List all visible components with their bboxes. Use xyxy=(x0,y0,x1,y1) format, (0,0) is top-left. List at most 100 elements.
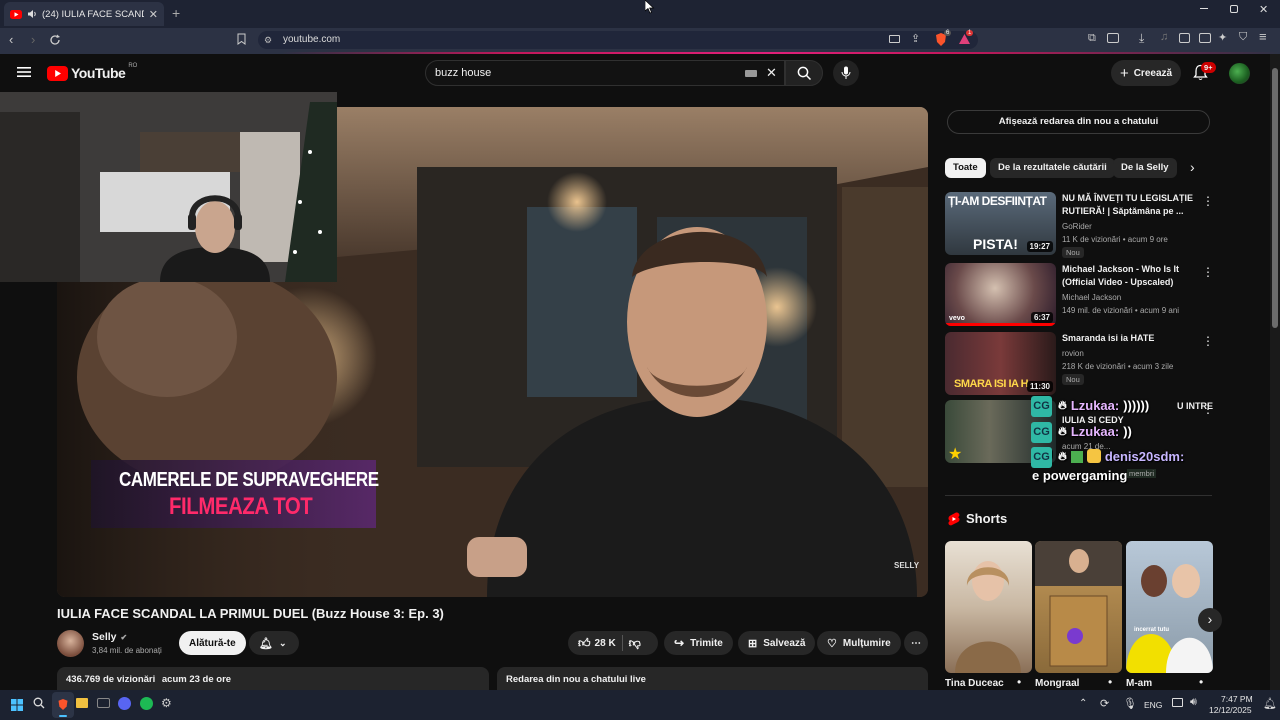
settings-gear-icon[interactable]: ⚙ xyxy=(161,696,172,710)
short-title[interactable]: M-am xyxy=(1126,678,1152,689)
rec-channel: Michael Jackson xyxy=(1062,293,1122,302)
create-button[interactable]: + Creează xyxy=(1111,60,1181,86)
keyboard-icon[interactable] xyxy=(745,70,757,77)
clock-date[interactable]: 12/12/2025 xyxy=(1209,705,1252,715)
short-item[interactable]: incerrat tutu xyxy=(1126,541,1213,673)
chip-all[interactable]: Toate xyxy=(945,158,986,178)
rec-title: Michael Jackson - Who Is It (Official Vi… xyxy=(1062,264,1180,287)
spotify-icon[interactable] xyxy=(140,697,153,710)
extensions-icon[interactable]: ⧉ xyxy=(1088,32,1096,45)
windows-start-icon[interactable] xyxy=(11,699,23,711)
clock-time[interactable]: 7:47 PM xyxy=(1221,694,1253,704)
taskbar-search-icon[interactable] xyxy=(33,697,45,709)
clear-search-icon[interactable]: ✕ xyxy=(766,61,777,85)
window-close-icon[interactable]: ✕ xyxy=(1259,3,1268,16)
recommendation-item[interactable]: ȚI-AM DESFIINȚAT PISTA! 19:27 NU MĂ ÎNVE… xyxy=(945,192,1215,258)
avatar[interactable] xyxy=(1229,63,1250,84)
volume-icon[interactable]: 🔊︎ xyxy=(1190,696,1197,709)
hamburger-menu-icon[interactable] xyxy=(17,66,31,78)
search-value: buzz house xyxy=(435,67,492,79)
description-box[interactable]: 436.769 de vizionări acum 23 de ore xyxy=(57,667,489,691)
more-actions-button[interactable]: ⋯ xyxy=(904,631,928,655)
live-chat-replay-box[interactable]: Redarea din nou a chatului live xyxy=(497,667,928,691)
input-language[interactable]: ENG xyxy=(1144,700,1162,710)
rec-title: Smaranda isi ia HATE xyxy=(1062,333,1155,343)
speaker-icon[interactable] xyxy=(27,9,37,19)
tray-mic-icon[interactable]: 🎙︎ xyxy=(1123,697,1137,710)
downloads-icon[interactable]: ⤓ xyxy=(1139,31,1144,46)
voice-search-button[interactable] xyxy=(833,60,859,86)
thanks-icon: ♡ xyxy=(827,637,837,650)
taskbar-brave-button[interactable] xyxy=(52,692,74,718)
wallet-icon[interactable] xyxy=(1107,33,1119,43)
chip-from-channel[interactable]: De la Selly xyxy=(1113,158,1177,178)
share-icon[interactable]: ⇪ xyxy=(911,32,920,45)
tray-sync-icon[interactable]: ⟳ xyxy=(1100,697,1109,710)
search-button[interactable] xyxy=(785,60,823,86)
file-explorer-icon[interactable] xyxy=(76,698,88,708)
notification-count-badge: 9+ xyxy=(1201,62,1216,73)
bookmark-icon[interactable] xyxy=(237,33,246,45)
dislike-button[interactable]: 👎︎ xyxy=(629,636,641,651)
windows-taskbar: ⚙ ⌃ ⟳ 🎙︎ ENG 🔊︎ 7:47 PM 12/12/2025 🔔︎ xyxy=(0,690,1280,720)
subscribed-bell-button[interactable]: 🔔︎ ⌄ xyxy=(249,631,299,655)
wallet2-icon[interactable] xyxy=(1199,33,1211,43)
youtube-logo[interactable]: YouTube RO xyxy=(47,63,137,81)
search-input[interactable]: buzz house ✕ xyxy=(425,60,785,86)
brave-browser-icon xyxy=(58,699,68,710)
forward-icon[interactable]: › xyxy=(31,32,35,47)
page-scrollbar[interactable] xyxy=(1270,54,1280,690)
site-info-icon[interactable]: ⚙ xyxy=(264,31,272,49)
join-label: Alătură-te xyxy=(189,637,236,649)
short-title[interactable]: Mongraal xyxy=(1035,678,1079,689)
share-button[interactable]: ↪ Trimite xyxy=(664,631,733,655)
short-item[interactable] xyxy=(1035,541,1122,673)
url-text: youtube.com xyxy=(283,34,341,45)
short-dots-icon[interactable]: • xyxy=(1199,675,1203,689)
short-item[interactable] xyxy=(945,541,1032,673)
scrollbar-thumb[interactable] xyxy=(1272,68,1278,328)
tray-overflow-icon[interactable]: ⌃ xyxy=(1079,698,1087,709)
channel-avatar[interactable] xyxy=(57,630,84,657)
menu-icon[interactable]: ≡ xyxy=(1259,29,1267,44)
short-caption: incerrat tutu xyxy=(1134,627,1170,633)
url-field[interactable]: ⚙ youtube.com xyxy=(258,31,978,49)
back-icon[interactable]: ‹ xyxy=(9,32,13,47)
rec-menu-icon[interactable]: ⋮ xyxy=(1202,334,1214,348)
chip-from-search[interactable]: De la rezultatele căutării xyxy=(990,158,1115,178)
like-button[interactable]: 👍︎ 28 K xyxy=(578,636,616,651)
short-dots-icon[interactable]: • xyxy=(1108,675,1112,689)
channel-name-row[interactable]: Selly ✔ xyxy=(92,631,127,643)
sidebar-icon[interactable] xyxy=(1179,33,1190,43)
recommendation-item[interactable]: SMARA ISI IA H 11:30 Smaranda isi ia HAT… xyxy=(945,332,1215,396)
rec-thumbnail: SMARA ISI IA H 11:30 xyxy=(945,332,1056,395)
minimize-icon[interactable] xyxy=(1200,8,1208,9)
short-title[interactable]: Tina Duceac xyxy=(945,678,1004,689)
network-icon[interactable] xyxy=(1172,698,1183,707)
new-tab-icon[interactable]: + xyxy=(172,5,180,21)
join-button[interactable]: Alătură-te xyxy=(179,631,246,655)
browser-tab[interactable]: (24) IULIA FACE SCANDAL LA ✕ xyxy=(4,2,164,26)
media-player-icon[interactable] xyxy=(97,698,110,708)
shorts-next-button[interactable]: › xyxy=(1198,608,1222,632)
tab-close-icon[interactable]: ✕ xyxy=(149,8,158,21)
show-chat-replay-button[interactable]: Afișează redarea din nou a chatului xyxy=(947,110,1210,134)
cast-icon[interactable] xyxy=(889,35,900,43)
vpn-icon[interactable]: ⛉ xyxy=(1239,31,1247,44)
reload-icon[interactable] xyxy=(49,34,61,46)
leo-ai-icon[interactable]: ✦ xyxy=(1218,31,1227,44)
recommendation-item[interactable]: vevo 6:37 Michael Jackson - Who Is It (O… xyxy=(945,263,1215,327)
thanks-button[interactable]: ♡ Mulțumire xyxy=(817,631,901,655)
media-icon[interactable]: ♫ xyxy=(1160,31,1168,43)
rec-menu-icon[interactable]: ⋮ xyxy=(1202,194,1214,208)
youtube-header: YouTube RO buzz house ✕ + Creează 9+ xyxy=(0,54,1268,92)
chat-replay-label: Afișează redarea din nou a chatului xyxy=(998,116,1159,127)
discord-icon[interactable] xyxy=(118,697,131,710)
chips-next-icon[interactable]: › xyxy=(1190,159,1195,175)
short-dots-icon[interactable]: • xyxy=(1017,675,1021,689)
save-button[interactable]: ⊞ Salvează xyxy=(738,631,816,655)
rec-menu-icon[interactable]: ⋮ xyxy=(1202,265,1214,279)
notification-center-icon[interactable]: 🔔︎ xyxy=(1263,697,1277,710)
restore-icon[interactable] xyxy=(1230,5,1238,13)
verified-icon: ✔ xyxy=(120,632,128,642)
